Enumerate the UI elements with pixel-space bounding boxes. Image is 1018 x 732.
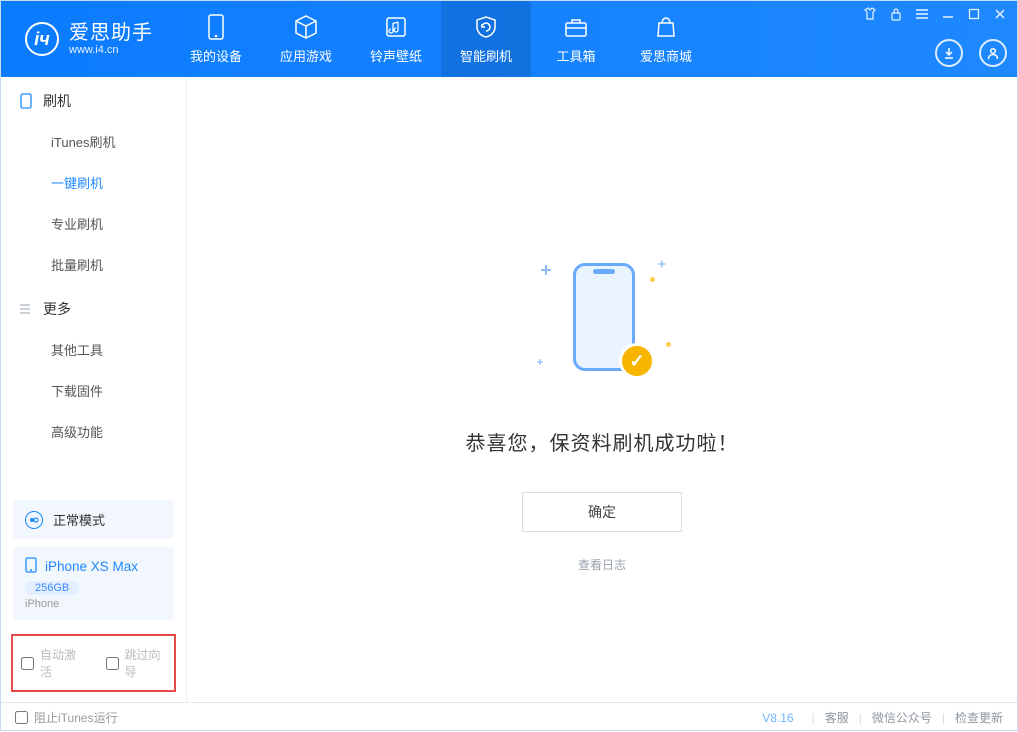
nav-store[interactable]: 爱思商城 <box>621 1 711 77</box>
version-label: V8.16 <box>762 711 793 725</box>
list-icon <box>19 302 33 316</box>
logo-icon: iч <box>25 22 59 56</box>
skip-wizard-input[interactable] <box>106 657 119 670</box>
checkbox-auto-activate[interactable]: 自动激活 <box>21 646 82 680</box>
sidebar-item-pro-flash[interactable]: 专业刷机 <box>1 203 186 244</box>
sidebar: 刷机 iTunes刷机 一键刷机 专业刷机 批量刷机 更多 其他工具 下载固件 … <box>1 77 187 702</box>
close-icon[interactable] <box>993 7 1007 21</box>
success-message: 恭喜您，保资料刷机成功啦！ <box>466 427 739 456</box>
skip-wizard-label: 跳过向导 <box>125 646 167 680</box>
group-title: 更多 <box>43 299 71 319</box>
mode-label: 正常模式 <box>53 510 105 529</box>
sidebar-item-batch-flash[interactable]: 批量刷机 <box>1 244 186 285</box>
nav-ringtones-wallpapers[interactable]: 铃声壁纸 <box>351 1 441 77</box>
minimize-icon[interactable] <box>941 7 955 21</box>
sidebar-item-other-tools[interactable]: 其他工具 <box>1 329 186 370</box>
toolbox-icon <box>563 14 589 40</box>
nav-label: 工具箱 <box>556 46 595 65</box>
bag-icon <box>653 14 679 40</box>
cube-icon <box>293 14 319 40</box>
options-highlight-box: 自动激活 跳过向导 <box>11 634 176 692</box>
download-button[interactable] <box>935 39 963 67</box>
block-itunes-label: 阻止iTunes运行 <box>34 709 118 726</box>
nav-toolbox[interactable]: 工具箱 <box>531 1 621 77</box>
device-small-icon <box>19 94 33 108</box>
main-content: ✓ 恭喜您，保资料刷机成功啦！ 确定 查看日志 <box>187 77 1017 702</box>
header: iч 爱思助手 www.i4.cn 我的设备 应用游戏 铃声壁纸 智能刷机 工具… <box>1 1 1017 77</box>
nav-label: 爱思商城 <box>640 46 692 65</box>
device-card[interactable]: iPhone XS Max 256GB iPhone <box>13 547 174 620</box>
group-title: 刷机 <box>43 91 71 111</box>
statusbar-link-wechat[interactable]: 微信公众号 <box>872 709 932 726</box>
app-logo: iч 爱思助手 www.i4.cn <box>1 1 171 77</box>
window-controls <box>863 7 1007 21</box>
device-type: iPhone <box>25 598 162 610</box>
sidebar-item-advanced[interactable]: 高级功能 <box>1 411 186 452</box>
menu-icon[interactable] <box>915 7 929 21</box>
check-icon: ✓ <box>619 343 655 379</box>
user-button[interactable] <box>979 39 1007 67</box>
ok-button[interactable]: 确定 <box>522 492 682 532</box>
maximize-icon[interactable] <box>967 7 981 21</box>
mode-card[interactable]: 正常模式 <box>13 500 174 539</box>
nav-label: 我的设备 <box>190 46 242 65</box>
sidebar-item-download-firmware[interactable]: 下载固件 <box>1 370 186 411</box>
nav-smart-flash[interactable]: 智能刷机 <box>441 1 531 77</box>
mode-icon <box>25 511 43 529</box>
statusbar-link-support[interactable]: 客服 <box>825 709 849 726</box>
sidebar-item-itunes-flash[interactable]: iTunes刷机 <box>1 121 186 162</box>
lock-icon[interactable] <box>889 7 903 21</box>
device-phone-icon <box>25 557 37 576</box>
sidebar-item-oneclick-flash[interactable]: 一键刷机 <box>1 162 186 203</box>
block-itunes-input[interactable] <box>15 711 28 724</box>
music-note-icon <box>383 14 409 40</box>
view-log-link[interactable]: 查看日志 <box>578 556 626 573</box>
checkbox-block-itunes[interactable]: 阻止iTunes运行 <box>15 709 118 726</box>
nav-label: 应用游戏 <box>280 46 332 65</box>
statusbar: 阻止iTunes运行 V8.16 | 客服 | 微信公众号 | 检查更新 <box>1 702 1017 732</box>
app-subtitle: www.i4.cn <box>69 44 153 56</box>
success-illustration: ✓ <box>537 257 667 387</box>
sidebar-group-more: 更多 <box>1 285 186 329</box>
nav-label: 铃声壁纸 <box>370 46 422 65</box>
refresh-shield-icon <box>473 14 499 40</box>
nav-apps-games[interactable]: 应用游戏 <box>261 1 351 77</box>
sidebar-group-flash: 刷机 <box>1 77 186 121</box>
shirt-icon[interactable] <box>863 7 877 21</box>
main-nav: 我的设备 应用游戏 铃声壁纸 智能刷机 工具箱 爱思商城 <box>171 1 711 77</box>
statusbar-link-check-update[interactable]: 检查更新 <box>955 709 1003 726</box>
header-actions <box>935 39 1007 67</box>
phone-icon <box>203 14 229 40</box>
device-storage-badge: 256GB <box>25 581 79 595</box>
app-title: 爱思助手 <box>69 22 153 44</box>
nav-my-device[interactable]: 我的设备 <box>171 1 261 77</box>
auto-activate-label: 自动激活 <box>40 646 82 680</box>
checkbox-skip-wizard[interactable]: 跳过向导 <box>106 646 167 680</box>
auto-activate-input[interactable] <box>21 657 34 670</box>
nav-label: 智能刷机 <box>460 46 512 65</box>
device-name: iPhone XS Max <box>45 559 138 574</box>
